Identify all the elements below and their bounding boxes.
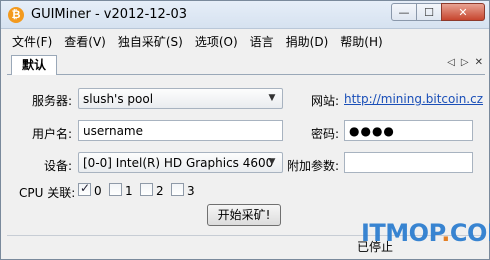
device-label: 设备: — [44, 159, 73, 173]
watermark-logo: ITMOP.COM — [361, 219, 490, 247]
miner-panel: 服务器: slush's pool ▼ 网站: http://mining.bi… — [7, 75, 485, 235]
menu-options[interactable]: 选项(O) — [190, 33, 243, 50]
app-window: ₿ GUIMiner - v2012-12-03 — ☐ ✕ 文件(F) 查看(… — [0, 0, 490, 260]
chevron-down-icon: ▼ — [268, 157, 276, 167]
menu-view[interactable]: 查看(V) — [59, 33, 111, 50]
menu-file[interactable]: 文件(F) — [7, 33, 57, 50]
cpu-1-label: 1 — [125, 184, 133, 198]
start-mining-button[interactable]: 开始采矿! — [207, 204, 281, 226]
tab-nav: ◁ ▷ ✕ — [447, 57, 483, 68]
extra-params-label: 附加参数: — [287, 159, 340, 173]
cpu-3-label: 3 — [187, 184, 195, 198]
website-link[interactable]: http://mining.bitcoin.cz — [344, 92, 483, 106]
tab-next-icon[interactable]: ▷ — [461, 57, 469, 68]
menu-solo-mining[interactable]: 独自采矿(S) — [113, 33, 188, 50]
minimize-icon: — — [398, 5, 410, 19]
close-button[interactable]: ✕ — [441, 3, 485, 21]
window-title: GUIMiner - v2012-12-03 — [31, 7, 188, 22]
username-label: 用户名: — [32, 127, 73, 141]
server-value: slush's pool — [83, 92, 154, 106]
password-value: ●●●● — [349, 124, 395, 138]
extra-params-input[interactable] — [344, 152, 473, 173]
device-select[interactable]: [0-0] Intel(R) HD Graphics 4600 ▼ — [78, 152, 283, 173]
chevron-down-icon: ▼ — [268, 93, 276, 103]
cpu-affinity-label: CPU 关联: — [19, 186, 76, 200]
tab-close-icon[interactable]: ✕ — [475, 57, 483, 68]
menu-donate[interactable]: 捐助(D) — [281, 33, 334, 50]
bitcoin-icon: ₿ — [8, 7, 24, 23]
menu-bar: 文件(F) 查看(V) 独自采矿(S) 选项(O) 语言 捐助(D) 帮助(H) — [1, 30, 489, 52]
password-label: 密码: — [311, 127, 340, 141]
menu-language[interactable]: 语言 — [245, 33, 279, 50]
username-value: username — [83, 124, 143, 138]
minimize-button[interactable]: — — [391, 3, 417, 21]
tab-prev-icon[interactable]: ◁ — [447, 57, 455, 68]
menu-help[interactable]: 帮助(H) — [335, 33, 387, 50]
cpu-1-checkbox[interactable] — [109, 183, 122, 196]
window-controls: — ☐ ✕ — [391, 3, 485, 21]
server-label: 服务器: — [32, 94, 73, 108]
title-bar[interactable]: ₿ GUIMiner - v2012-12-03 — ☐ ✕ — [1, 1, 489, 29]
tab-default[interactable]: 默认 — [11, 55, 57, 76]
cpu-2-checkbox[interactable] — [140, 183, 153, 196]
server-select[interactable]: slush's pool ▼ — [78, 88, 283, 109]
close-icon: ✕ — [458, 5, 468, 19]
device-value: [0-0] Intel(R) HD Graphics 4600 — [83, 156, 274, 170]
cpu-0-checkbox[interactable] — [78, 181, 91, 196]
maximize-button[interactable]: ☐ — [416, 3, 442, 21]
password-input[interactable]: ●●●● — [344, 120, 473, 141]
maximize-icon: ☐ — [424, 5, 434, 19]
tab-strip: 默认 ◁ ▷ ✕ — [7, 53, 485, 76]
username-input[interactable]: username — [78, 120, 283, 141]
cpu-0-label: 0 — [94, 184, 102, 198]
cpu-3-checkbox[interactable] — [171, 183, 184, 196]
cpu-2-label: 2 — [156, 184, 164, 198]
website-label: 网站: — [311, 94, 340, 108]
